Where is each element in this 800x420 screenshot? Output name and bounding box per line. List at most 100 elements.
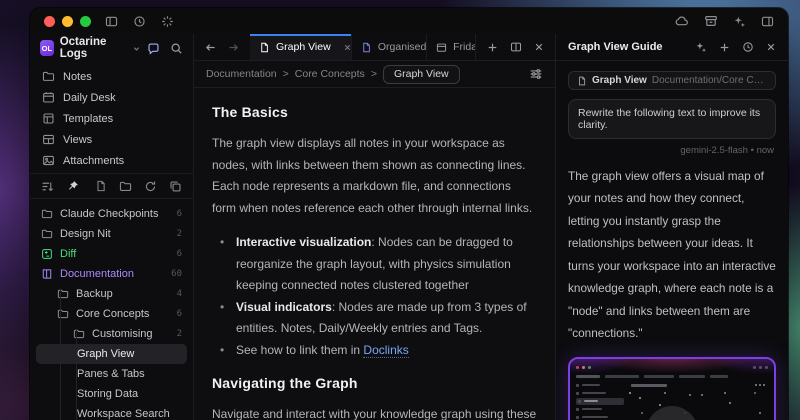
tree-item-design-nit[interactable]: Design Nit 2 [36,224,187,244]
list-item: See how to link them in Doclinks [236,340,537,362]
new-tab-icon[interactable] [487,42,498,53]
tree-item-storing-data[interactable]: Storing Data [36,384,187,404]
tree-item-label: Graph View [77,348,134,360]
workspace-switcher[interactable]: OL Octarine Logs [30,34,193,62]
panel-left-icon[interactable] [105,15,118,28]
assistant-body: Graph View Documentation/Core Concepts R… [556,61,788,420]
tree-item-workspace-search[interactable]: Workspace Search [36,404,187,420]
tree-item-count: 4 [177,289,182,299]
breadcrumb-separator: > [371,68,377,80]
mini-sidebar [576,382,624,420]
close-window-button[interactable] [44,16,55,27]
mini-titlebar [576,364,768,372]
note-content[interactable]: The Basics The graph view displays all n… [194,88,555,420]
tree-item-count: 2 [177,229,182,239]
tree-item-documentation[interactable]: Documentation 60 [36,264,187,284]
search-icon[interactable] [170,42,183,55]
tree-item-customising[interactable]: Customising 2 [36,324,187,344]
bullet-list: Interactive visualization: Nodes can be … [212,232,537,361]
new-folder-icon[interactable] [119,180,132,193]
duplicate-icon[interactable] [169,180,182,193]
sidebar-item-views[interactable]: Views [36,129,187,150]
book-icon [41,268,53,280]
archive-icon[interactable] [704,14,718,28]
window-controls [44,16,91,27]
tree-item-core-concepts[interactable]: Core Concepts 6 [36,304,187,324]
tree-item-diff[interactable]: Diff 6 [36,244,187,264]
tab-title: Friday, D [453,41,476,53]
sidebar-item-attachments[interactable]: Attachments [36,150,187,171]
tree-item-count: 6 [177,209,182,219]
tab-graph-view[interactable]: Graph View Documentation [250,34,352,60]
video-preview[interactable] [568,357,776,420]
diff-icon [41,248,53,260]
assistant-title: Graph View Guide [568,41,663,53]
cloud-icon[interactable] [675,14,689,28]
folder-icon [42,70,55,83]
close-pane-icon[interactable] [534,42,544,52]
split-pane-icon[interactable] [510,41,522,53]
minimize-window-button[interactable] [62,16,73,27]
sort-icon[interactable] [41,180,54,193]
note-options-icon[interactable] [529,67,543,81]
titlebar-left-icons [105,15,174,28]
sidebar-item-label: Views [63,134,92,146]
editor-pane: Graph View Documentation Organised Notes… [194,34,556,420]
sidebar-nav: Notes Daily Desk Templates Views Attachm… [30,62,193,173]
tab-title: Graph View [276,41,331,53]
file-icon [361,42,372,53]
tree-item-label: Documentation [60,268,134,280]
new-note-icon[interactable] [95,180,107,192]
tree-item-label: Storing Data [77,388,138,400]
sparkle-burst-icon[interactable] [161,15,174,28]
close-tab-icon[interactable] [343,43,352,52]
paragraph: Navigate and interact with your knowledg… [212,404,537,420]
calendar-icon [436,42,447,53]
tree-item-backup[interactable]: Backup 4 [36,284,187,304]
breadcrumb-part[interactable]: Core Concepts [295,68,365,80]
assistant-panel: Graph View Guide Graph View Documentatio… [556,34,788,420]
context-chip[interactable]: Graph View Documentation/Core Concepts [568,71,776,90]
sidebar-item-templates[interactable]: Templates [36,108,187,129]
tree-indent-guide [60,289,61,420]
chat-bubble-icon[interactable] [147,42,160,55]
new-chat-icon[interactable] [719,42,730,53]
graph-nodes [629,392,631,394]
model-meta: gemini-2.5-flash • now [568,145,774,156]
tree-item-label: Customising [92,328,153,340]
sidebar-item-notes[interactable]: Notes [36,66,187,87]
tree-item-graph-view[interactable]: Graph View [36,344,187,364]
breadcrumb-part[interactable]: Documentation [206,68,277,80]
tree-item-count: 6 [177,309,182,319]
user-prompt-bubble: Rewrite the following text to improve it… [568,99,776,139]
tree-item-claude-checkpoints[interactable]: Claude Checkpoints 6 [36,204,187,224]
panel-right-icon[interactable] [761,15,774,28]
sidebar-item-label: Daily Desk [63,92,116,104]
folder-icon [41,228,53,240]
close-panel-icon[interactable] [766,42,776,52]
maximize-window-button[interactable] [80,16,91,27]
history-icon[interactable] [742,41,754,53]
tree-item-label: Workspace Search [77,408,170,420]
tree-item-label: Backup [76,288,113,300]
tab-organised-notes[interactable]: Organised Notes [352,34,427,60]
forward-icon[interactable] [227,41,240,54]
doclinks-link[interactable]: Doclinks [363,343,408,358]
tree-item-count: 6 [177,249,182,259]
pin-icon[interactable] [67,180,79,192]
back-icon[interactable] [204,41,217,54]
sparkles-icon[interactable] [733,15,746,28]
context-chip-path: Documentation/Core Concepts [652,75,767,86]
list-item: Visual indicators: Nodes are made up fro… [236,297,537,340]
sidebar-item-daily-desk[interactable]: Daily Desk [36,87,187,108]
clock-icon[interactable] [133,15,146,28]
mini-tab-strip [576,375,768,378]
sync-icon[interactable] [144,180,157,193]
sparkles-icon[interactable] [695,41,707,53]
sidebar-item-label: Attachments [63,155,124,167]
tree-item-panes-tabs[interactable]: Panes & Tabs [36,364,187,384]
breadcrumb: Documentation > Core Concepts > Graph Vi… [194,61,555,88]
paragraph: The graph view displays all notes in you… [212,133,537,219]
tab-friday[interactable]: Friday, D [427,34,476,60]
note-title-input[interactable]: Graph View [383,65,460,84]
